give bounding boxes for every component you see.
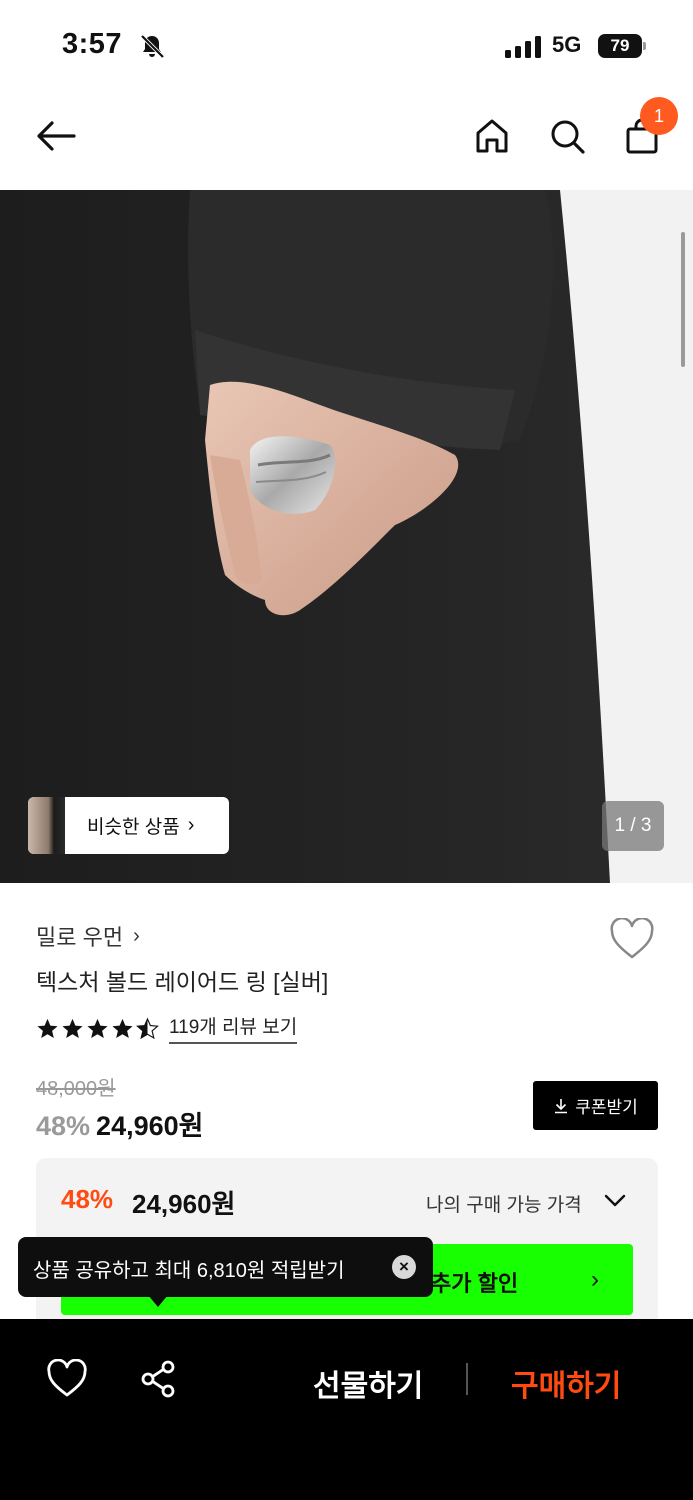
status-time: 3:57 [62,28,123,60]
top-nav [0,90,693,190]
tooltip-tail [148,1295,168,1307]
image-page-counter: 1 / 3 [602,801,664,851]
my-discount-rate: 48% [61,1184,114,1214]
bell-off-icon [140,34,165,59]
download-icon [555,1098,568,1113]
brand-name: 밀로 우먼 [36,925,124,950]
cart-count-badge: 1 [640,97,678,135]
share-reward-tooltip: 상품 공유하고 최대 6,810원 적립받기 × [18,1237,433,1307]
my-price: 24,960원 [132,1189,236,1219]
sale-price: 24,960원 [96,1111,204,1141]
battery-level: 79 [598,34,642,58]
product-title: 텍스처 볼드 레이어드 링 [실버] [36,969,329,995]
star-rating [36,1016,159,1040]
chevron-down-icon[interactable] [602,1188,628,1214]
search-icon [551,120,585,154]
chevron-right-icon: › [133,924,140,947]
heart-icon[interactable] [46,1359,88,1399]
search-button[interactable] [543,112,591,160]
my-price-label[interactable]: 나의 구매 가능 가격 [426,1190,582,1217]
coupon-download-button[interactable]: 쿠폰받기 [533,1081,658,1130]
coupon-label: 쿠폰받기 [575,1098,638,1117]
status-bar: 3:57 5G 79 [0,0,693,90]
battery-icon: 79 [598,34,646,58]
brand-link[interactable]: 밀로 우먼 › [36,920,140,952]
wishlist-heart-icon[interactable] [609,918,655,960]
original-price: 48,000원 [36,1078,116,1100]
gift-button[interactable]: 선물하기 [313,1361,423,1405]
back-button[interactable] [32,112,80,160]
product-photo [0,190,693,883]
chevron-right-icon: › [187,814,195,836]
image-scrollbar [681,232,685,367]
signal-icon [505,36,541,58]
rating-row: 119개 리뷰 보기 [36,1012,298,1044]
star-icon [112,1018,133,1038]
product-image-carousel[interactable]: 비슷한 상품 › 1 / 3 [0,190,693,883]
chevron-right-icon: › [591,1266,599,1293]
bottom-action-bar: 선물하기 구매하기 [0,1319,693,1500]
tooltip-text: 상품 공유하고 최대 6,810원 적립받기 [33,1260,345,1282]
sale-price-row: 48% 24,960원 [36,1104,203,1143]
discount-rate: 48% [36,1111,91,1141]
review-link[interactable]: 119개 리뷰 보기 [169,1012,298,1044]
divider [466,1363,468,1395]
extra-discount-label: 추가 할인 [431,1271,519,1296]
buy-button[interactable]: 구매하기 [511,1361,621,1405]
network-type: 5G [552,32,582,57]
star-icon [37,1018,58,1038]
home-icon [476,119,508,153]
similar-products-label: 비슷한 상품 [87,817,180,838]
arrow-left-icon [37,121,76,151]
share-icon[interactable] [138,1359,178,1399]
half-star-icon [136,1016,159,1039]
similar-product-thumbnail [28,797,65,854]
star-icon [62,1018,83,1038]
home-button[interactable] [468,112,516,160]
similar-products-button[interactable]: 비슷한 상품 › [28,797,229,854]
star-icon [87,1018,108,1038]
close-icon[interactable]: × [392,1255,416,1279]
